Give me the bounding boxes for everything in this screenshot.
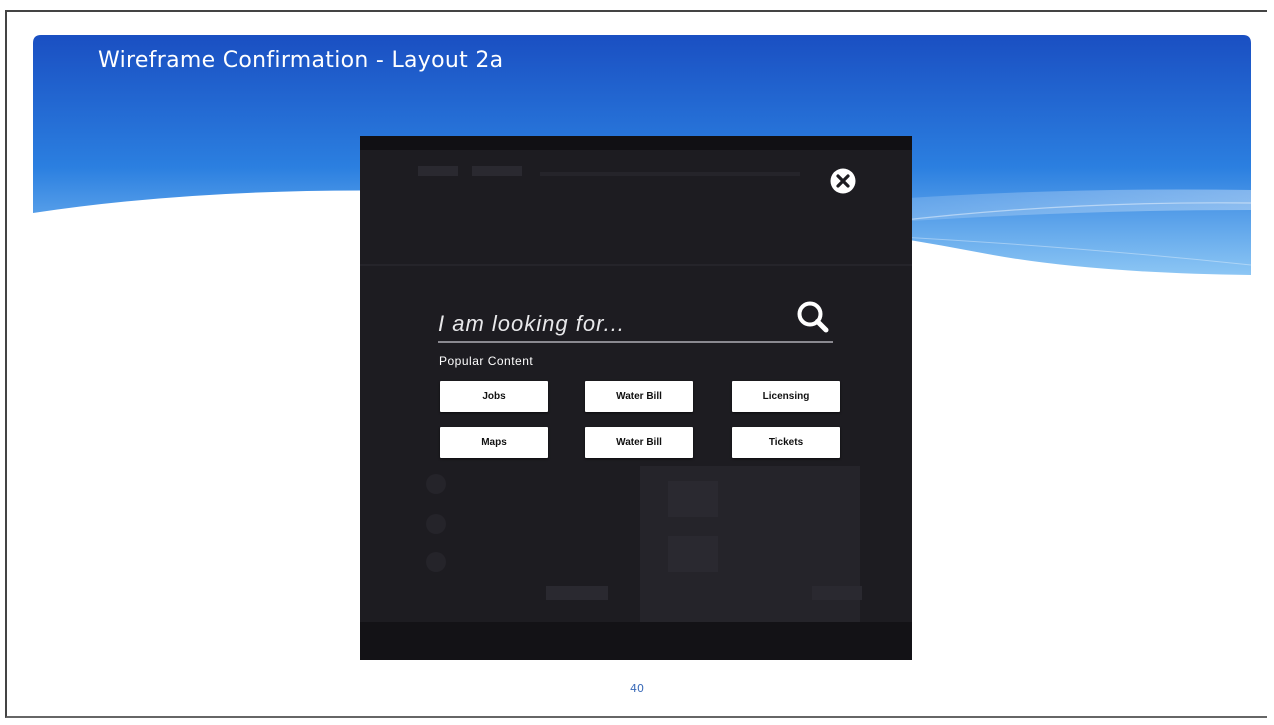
quicklink-water-bill-button-2[interactable]: Water Bill (585, 427, 693, 458)
popular-content-heading: Popular Content (439, 354, 534, 368)
ghost-divider (360, 264, 912, 266)
ghost-button (546, 586, 608, 600)
search-modal: Popular Content Jobs Water Bill Licensin… (360, 136, 912, 660)
quicklink-tickets-button[interactable]: Tickets (732, 427, 840, 458)
page-number: 40 (630, 682, 644, 695)
ghost-circle-2 (426, 514, 446, 534)
quicklink-jobs-button[interactable]: Jobs (440, 381, 548, 412)
search-input[interactable] (438, 307, 778, 341)
quicklink-maps-button[interactable]: Maps (440, 427, 548, 458)
search-icon[interactable] (794, 299, 832, 337)
ghost-circle-3 (426, 552, 446, 572)
quicklink-water-bill-button[interactable]: Water Bill (585, 381, 693, 412)
ghost-button-2 (812, 586, 862, 600)
search-bar (438, 299, 833, 343)
ghost-nav (540, 172, 800, 176)
ghost-logo-text (472, 166, 522, 176)
ghost-logo (418, 166, 458, 176)
modal-top-bar (360, 136, 912, 150)
modal-bottom-bar (360, 622, 912, 660)
slide-title: Wireframe Confirmation - Layout 2a (98, 48, 504, 73)
close-circle-icon[interactable] (829, 167, 857, 195)
ghost-thumb-2 (668, 536, 718, 572)
quicklink-licensing-button[interactable]: Licensing (732, 381, 840, 412)
ghost-circle-1 (426, 474, 446, 494)
ghost-thumb-1 (668, 481, 718, 517)
